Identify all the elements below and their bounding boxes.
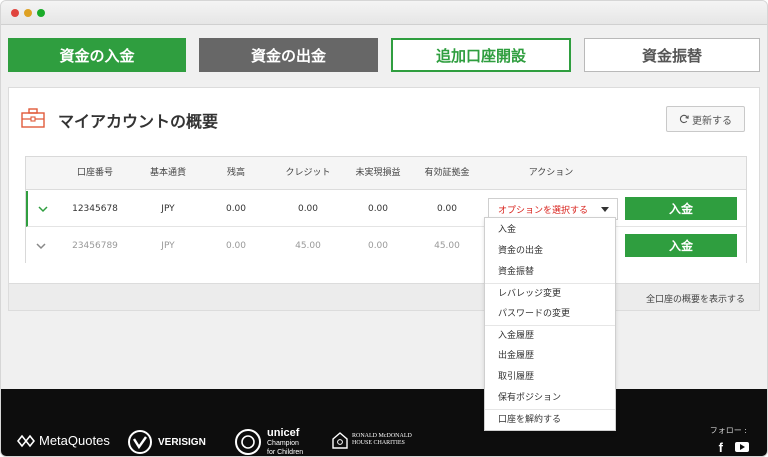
cell-currency: JPY [161,204,175,214]
header-action: アクション [528,168,574,178]
refresh-icon [679,114,689,124]
facebook-icon[interactable]: f [719,440,723,455]
metaquotes-text: MetaQuotes [39,433,110,448]
menu-item-deposit-history[interactable]: 入金履歴 [485,325,615,346]
cell-equity: 45.00 [434,241,460,251]
menu-item-transfer[interactable]: 資金振替 [485,262,615,283]
rmhc-line-1: RONALD McDONALD [352,433,412,439]
cell-equity: 0.00 [436,204,458,214]
maximize-window-button[interactable] [37,9,45,17]
rmhc-line-2: HOUSE CHARITIES [352,440,405,446]
cell-credit: 45.00 [295,241,321,251]
metaquotes-logo: MetaQuotes [17,433,110,448]
table-row: 23456789 JPY 0.00 45.00 0.00 45.00 入金 [26,228,746,264]
tab-open-account[interactable]: 追加口座開設 [391,38,571,72]
action-tabs: 資金の入金 資金の出金 追加口座開設 資金振替 [8,38,760,72]
youtube-icon[interactable] [735,442,749,452]
header-unrealized-pnl: 未実現損益 [355,168,401,178]
verisign-check-icon [128,430,152,454]
chevron-down-icon[interactable] [35,240,47,252]
cell-account-number: 23456789 [72,241,118,251]
unicef-logo: unicef Champion for Children [234,427,304,456]
header-balance: 残高 [226,168,245,178]
cell-balance: 0.00 [225,241,247,251]
menu-item-open-positions[interactable]: 保有ポジション [485,388,615,409]
rmhc-house-icon [332,432,348,449]
cell-unrealized-pnl: 0.00 [367,204,389,214]
show-all-accounts-link[interactable]: 全口座の概要を表示する [646,292,745,305]
follow-label: フォロー : [709,426,747,435]
header-account-number: 口座番号 [76,168,113,178]
table-row: 12345678 JPY 0.00 0.00 0.00 0.00 オプションを選… [26,191,746,227]
main-content: 資金の入金 資金の出金 追加口座開設 資金振替 マイアカウントの概要 更新する … [1,25,767,389]
menu-item-withdraw[interactable]: 資金の出金 [485,241,615,262]
panel-footer: 全口座の概要を表示する [9,283,759,310]
menu-item-change-password[interactable]: パスワードの変更 [485,304,615,325]
menu-item-deposit[interactable]: 入金 [485,220,615,241]
unicef-globe-icon [235,429,261,455]
action-select-value: オプションを選択する [498,205,589,216]
rmhc-text: RONALD McDONALD HOUSE CHARITIES [352,433,412,447]
briefcase-icon [21,108,45,128]
page-title: マイアカウントの概要 [58,112,219,131]
minimize-window-button[interactable] [24,9,32,17]
menu-item-change-leverage[interactable]: レバレッジ変更 [485,283,615,304]
deposit-button[interactable]: 入金 [625,234,737,257]
refresh-button[interactable]: 更新する [666,106,745,132]
close-window-button[interactable] [11,9,19,17]
tab-withdraw[interactable]: 資金の出金 [199,38,378,72]
panel-header: マイアカウントの概要 更新する [9,88,759,148]
tab-transfer[interactable]: 資金振替 [584,38,760,72]
rmhc-logo: RONALD McDONALD HOUSE CHARITIES [332,431,412,449]
unicef-line-2: Champion [267,440,299,447]
verisign-text: VERISIGN [158,436,206,448]
table-header: 口座番号 基本通貨 残高 クレジット 未実現損益 有効証拠金 アクション [26,157,746,190]
tab-deposit[interactable]: 資金の入金 [8,38,186,72]
browser-window: 資金の入金 資金の出金 追加口座開設 資金振替 マイアカウントの概要 更新する … [0,0,768,457]
header-credit: クレジット [285,168,331,178]
action-dropdown-menu: 入金 資金の出金 資金振替 レバレッジ変更 パスワードの変更 入金履歴 出金履歴… [484,217,616,431]
account-overview-panel: マイアカウントの概要 更新する 口座番号 基本通貨 残高 クレジット 未実現損益 [8,87,760,311]
cell-unrealized-pnl: 0.00 [367,241,389,251]
title-bar [1,1,767,25]
cell-credit: 0.00 [297,204,319,214]
menu-item-trade-history[interactable]: 取引履歴 [485,367,615,388]
chevron-down-icon[interactable] [37,203,49,215]
unicef-text: unicef Champion for Children [267,427,304,456]
header-base-currency: 基本通貨 [149,168,186,178]
unicef-name: unicef [267,427,300,439]
deposit-button[interactable]: 入金 [625,197,737,220]
verisign-logo: VERISIGN [127,429,206,455]
cell-currency: JPY [161,241,175,251]
site-footer: MetaQuotes VERISIGN unicef Champion for … [1,389,767,456]
caret-down-icon [601,207,609,212]
cell-balance: 0.00 [225,204,247,214]
metaquotes-mark-icon [17,434,35,447]
refresh-label: 更新する [692,115,732,127]
accounts-table: 口座番号 基本通貨 残高 クレジット 未実現損益 有効証拠金 アクション 123… [25,156,747,264]
cell-account-number: 12345678 [72,204,118,214]
menu-item-close-account[interactable]: 口座を解約する [485,409,615,430]
header-equity: 有効証拠金 [424,168,470,178]
unicef-line-3: for Children [267,449,304,456]
menu-item-withdraw-history[interactable]: 出金履歴 [485,346,615,367]
